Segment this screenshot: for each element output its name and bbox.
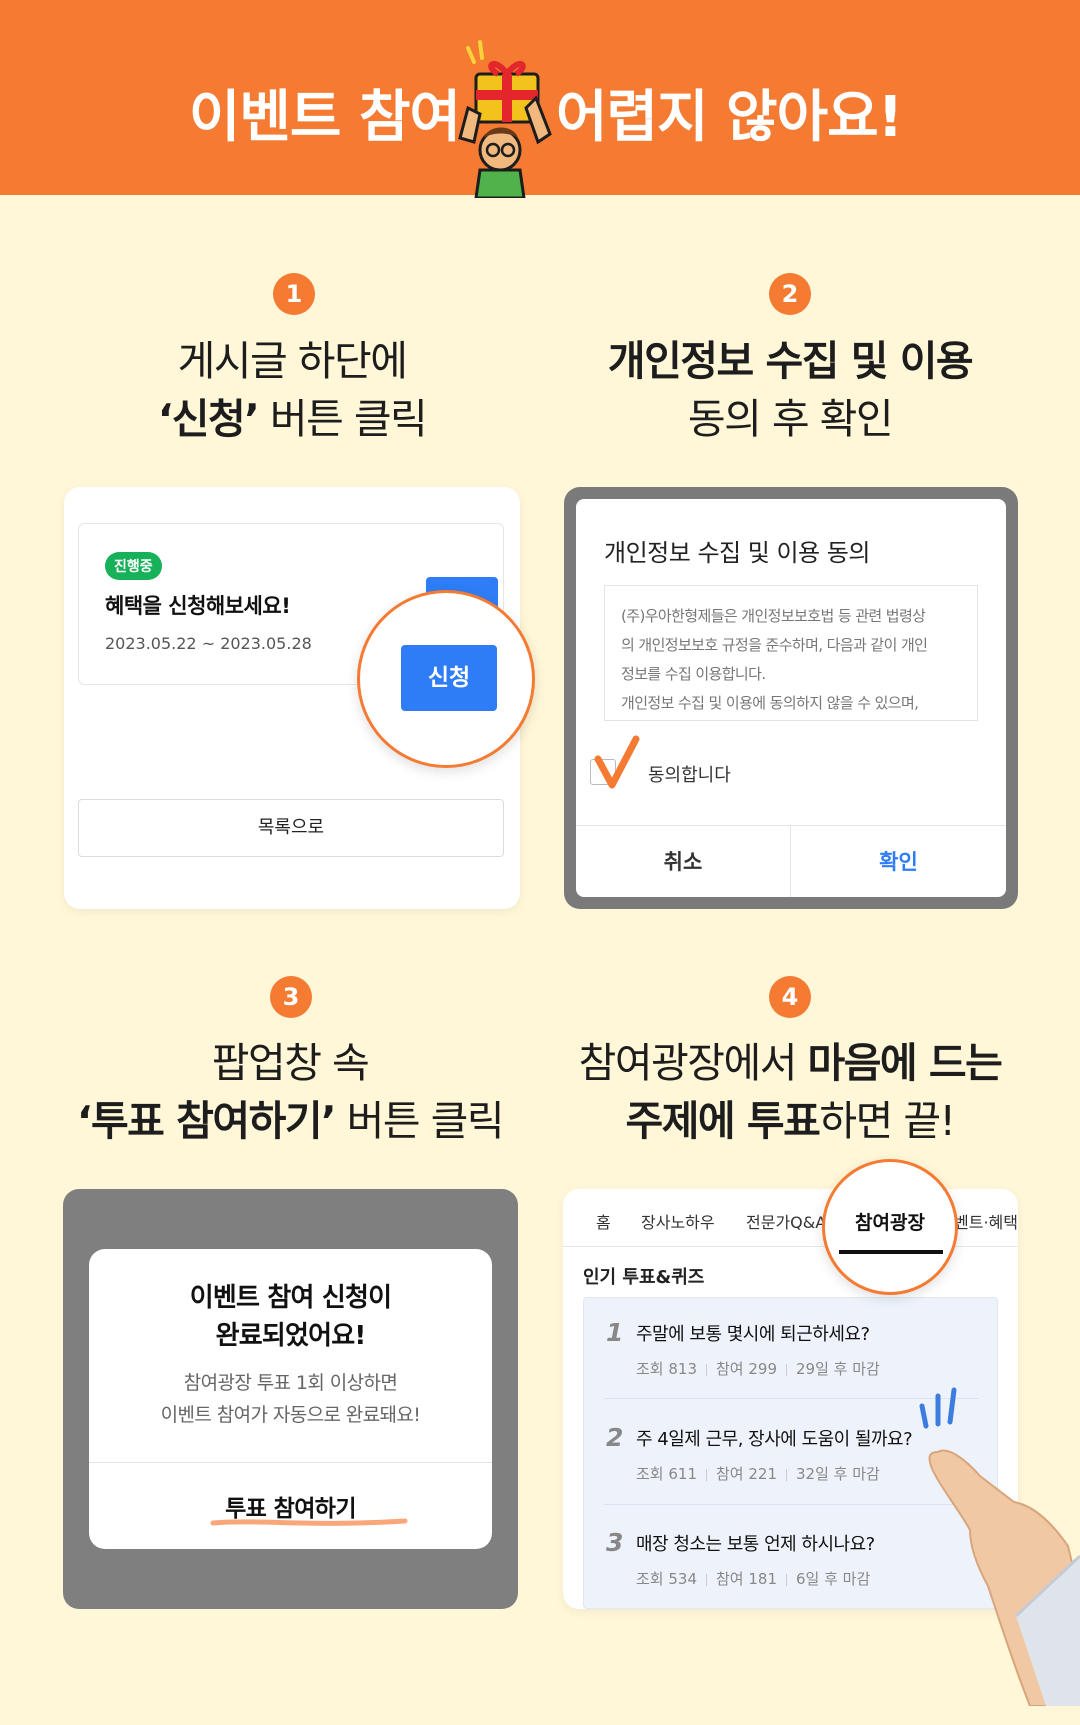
nav-home[interactable]: 홈	[596, 1209, 611, 1233]
step-1-highlight: ‘신청’	[157, 395, 260, 443]
dialog-subtitle-line1: 참여광장 투표 1회 이상하면	[183, 1372, 398, 1394]
poll-participants: 참여 181	[716, 1570, 777, 1588]
step-2-badge: 2	[769, 273, 811, 315]
poll-views: 조회 813	[636, 1360, 697, 1378]
poll-question: 매장 청소는 보통 언제 하시나요?	[636, 1534, 875, 1555]
poll-rank: 1	[606, 1318, 624, 1347]
step-1-text: 게시글 하단에 ‘신청’ 버튼 클릭	[42, 332, 542, 448]
step-4-line1-pre: 참여광장에서	[578, 1039, 808, 1087]
poll-participants: 참여 299	[716, 1360, 777, 1378]
step-4-line2: 주제에 투표하면 끝!	[540, 1092, 1040, 1150]
tab-participation-plaza[interactable]: 참여광장	[825, 1208, 955, 1235]
vote-participate-button[interactable]: 투표 참여하기	[210, 1489, 408, 1526]
poll-participants: 참여 221	[716, 1465, 777, 1483]
poll-rank: 3	[606, 1528, 624, 1557]
step-2-line2: 동의 후 확인	[687, 395, 894, 443]
terms-line: (주)우아한형제들은 개인정보보호법 등 관련 법령상	[621, 607, 926, 625]
poll-meta: 조회 813 참여 299 29일 후 마감	[636, 1358, 880, 1379]
cancel-button[interactable]: 취소	[576, 826, 791, 897]
dialog-title: 이벤트 참여 신청이 완료되었어요!	[89, 1279, 492, 1355]
vote-participate-label: 투표 참여하기	[225, 1496, 356, 1522]
step-4-highlight-b: 주제에 투표	[625, 1097, 820, 1145]
event-date: 2023.05.22 ~ 2023.05.28	[105, 634, 312, 653]
header-title-right: 어렵지 않아요!	[556, 85, 903, 150]
poll-deadline: 6일 후 마감	[796, 1570, 871, 1588]
section-title: 인기 투표&퀴즈	[583, 1267, 705, 1288]
step-3-text: 팝업창 속 ‘투표 참여하기’ 버튼 클릭	[40, 1034, 540, 1150]
confirm-button[interactable]: 확인	[791, 826, 1006, 897]
dialog-subtitle: 참여광장 투표 1회 이상하면 이벤트 참여가 자동으로 완료돼요!	[89, 1367, 492, 1431]
step-3-line1: 팝업창 속	[211, 1039, 370, 1087]
step-1-badge: 1	[273, 273, 315, 315]
poll-views: 조회 611	[636, 1465, 697, 1483]
apply-button-magnifier: 신청	[357, 590, 535, 768]
step-1-line2: ‘신청’ 버튼 클릭	[42, 390, 542, 448]
nav-business-tips[interactable]: 장사노하우	[641, 1209, 715, 1233]
status-badge: 진행중	[105, 552, 162, 580]
poll-views: 조회 534	[636, 1570, 697, 1588]
step-4-text: 참여광장에서 마음에 드는 주제에 투표하면 끝!	[540, 1034, 1040, 1150]
step-2-line1: 개인정보 수집 및 이용	[540, 332, 1040, 390]
event-title: 혜택을 신청해보세요!	[105, 594, 291, 618]
step-3-line2: ‘투표 참여하기’ 버튼 클릭	[40, 1092, 540, 1150]
step-2-card: 개인정보 수집 및 이용 동의 (주)우아한형제들은 개인정보보호법 등 관련 …	[564, 487, 1018, 909]
agree-label: 동의합니다	[648, 765, 731, 786]
poll-deadline: 32일 후 마감	[796, 1465, 880, 1483]
terms-line: 정보를 수집 이용합니다.	[621, 665, 766, 683]
step-1-line2-rest: 버튼 클릭	[258, 395, 428, 443]
pointing-hand-icon	[928, 1449, 1080, 1706]
step-3-line2-rest: 버튼 클릭	[335, 1097, 505, 1145]
back-to-list-button[interactable]: 목록으로	[78, 799, 504, 857]
dialog-subtitle-line2: 이벤트 참여가 자동으로 완료돼요!	[160, 1404, 421, 1426]
nav-events[interactable]: 이벤트·혜택	[955, 1209, 1018, 1233]
terms-line: 의 개인정보보호 규정을 준수하며, 다음과 같이 개인	[621, 636, 928, 654]
poll-rank: 2	[606, 1423, 624, 1452]
poll-question: 주 4일제 근무, 장사에 도움이 될까요?	[636, 1429, 913, 1450]
terms-text-box[interactable]: (주)우아한형제들은 개인정보보호법 등 관련 법령상 의 개인정보보호 규정을…	[604, 585, 978, 721]
dialog-title-line2: 완료되었어요!	[215, 1321, 367, 1351]
apply-button[interactable]: 신청	[401, 645, 497, 711]
step-3-badge: 3	[270, 976, 312, 1018]
poll-deadline: 29일 후 마감	[796, 1360, 880, 1378]
poll-meta: 조회 611 참여 221 32일 후 마감	[636, 1463, 880, 1484]
step-3-highlight: ‘투표 참여하기’	[76, 1097, 337, 1145]
active-tab-magnifier: 참여광장	[822, 1159, 958, 1295]
header-title-left: 이벤트 참여	[188, 85, 461, 150]
dialog-footer: 취소 확인	[576, 825, 1006, 897]
step-1-line1: 게시글 하단에	[177, 337, 408, 385]
dialog-title: 개인정보 수집 및 이용 동의	[604, 539, 870, 567]
step-4-line2-rest: 하면 끝!	[819, 1097, 956, 1145]
step-4-line1: 참여광장에서 마음에 드는	[540, 1034, 1040, 1092]
completion-dialog: 이벤트 참여 신청이 완료되었어요! 참여광장 투표 1회 이상하면 이벤트 참…	[89, 1249, 492, 1549]
check-mark-icon	[594, 735, 640, 789]
terms-line: 개인정보 수집 및 이용에 동의하지 않을 수 있으며,	[621, 694, 919, 712]
dialog-footer: 투표 참여하기	[89, 1462, 492, 1549]
step-2-text: 개인정보 수집 및 이용 동의 후 확인	[540, 332, 1040, 448]
nav-expert-qa[interactable]: 전문가Q&A	[746, 1209, 826, 1233]
step-2-highlight: 개인정보 수집 및 이용	[607, 337, 974, 385]
poll-question: 주말에 보통 몇시에 퇴근하세요?	[636, 1324, 870, 1345]
mascot-gift-illustration	[458, 40, 552, 198]
step-4-badge: 4	[769, 976, 811, 1018]
active-tab-indicator	[839, 1250, 943, 1254]
step-4-highlight-a: 마음에 드는	[807, 1039, 1002, 1087]
dialog-title-line1: 이벤트 참여 신청이	[189, 1283, 392, 1313]
privacy-consent-dialog: 개인정보 수집 및 이용 동의 (주)우아한형제들은 개인정보보호법 등 관련 …	[576, 499, 1006, 897]
step-3-card: 이벤트 참여 신청이 완료되었어요! 참여광장 투표 1회 이상하면 이벤트 참…	[63, 1189, 518, 1609]
poll-meta: 조회 534 참여 181 6일 후 마감	[636, 1568, 870, 1589]
